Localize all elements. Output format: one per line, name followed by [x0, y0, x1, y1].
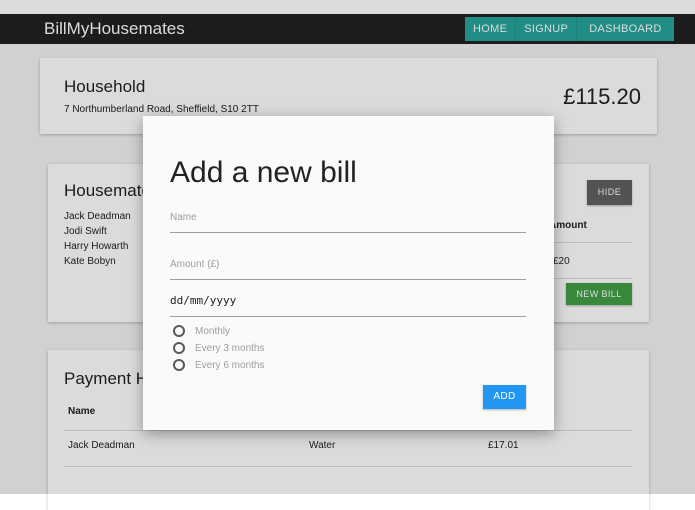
radio-circle-icon[interactable]	[173, 342, 185, 354]
date-input-underline	[170, 316, 526, 317]
radio-circle-icon[interactable]	[173, 359, 185, 371]
radio-label: Monthly	[195, 325, 231, 337]
modal-title: Add a new bill	[170, 156, 357, 189]
name-input-underline	[170, 232, 526, 233]
radio-monthly[interactable]: Monthly	[173, 324, 230, 338]
radio-every-3-months[interactable]: Every 3 months	[173, 341, 264, 355]
radio-label: Every 3 months	[195, 342, 265, 354]
date-input[interactable]: dd/mm/yyyy	[170, 294, 236, 307]
add-button[interactable]: ADD	[483, 385, 526, 409]
radio-label: Every 6 months	[195, 359, 265, 371]
amount-input-underline	[170, 279, 526, 280]
amount-input[interactable]: Amount (£)	[170, 259, 219, 270]
radio-circle-icon[interactable]	[173, 325, 185, 337]
radio-every-6-months[interactable]: Every 6 months	[173, 358, 264, 372]
add-bill-modal: Add a new bill Name Amount (£) dd/mm/yyy…	[143, 116, 554, 430]
name-input[interactable]: Name	[170, 212, 197, 223]
